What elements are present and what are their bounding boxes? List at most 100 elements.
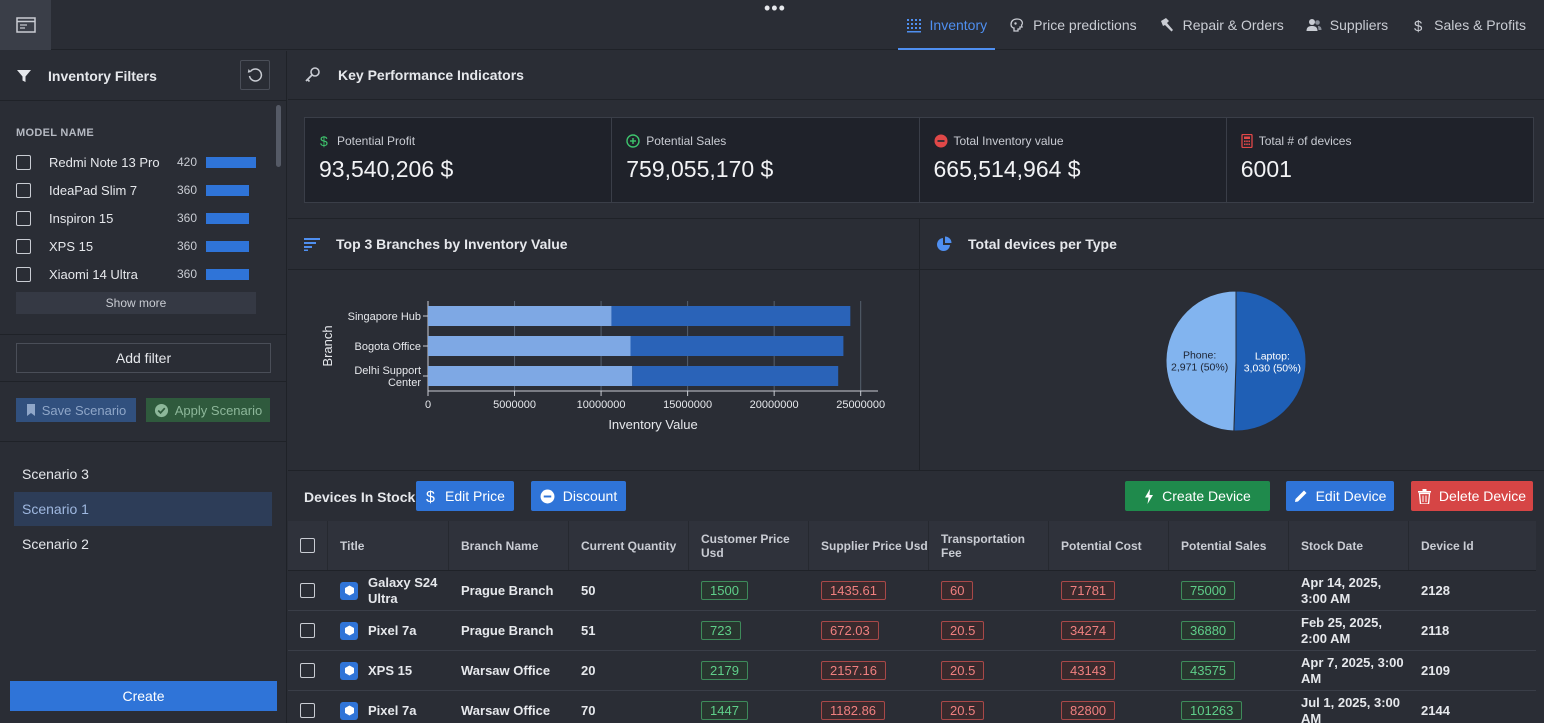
main-content: Key Performance Indicators $ Potential P… bbox=[288, 51, 1544, 723]
edit-price-button[interactable]: $ Edit Price bbox=[416, 481, 514, 511]
model-filter-row[interactable]: Inspiron 15 360 bbox=[16, 207, 266, 229]
svg-text:$: $ bbox=[320, 134, 328, 148]
tab-repair-orders[interactable]: Repair & Orders bbox=[1151, 0, 1292, 50]
svg-text:$: $ bbox=[1414, 18, 1423, 33]
tab-sales-profits-label: Sales & Profits bbox=[1434, 17, 1526, 33]
row-checkbox[interactable] bbox=[300, 663, 315, 678]
delete-device-button[interactable]: Delete Device bbox=[1411, 481, 1533, 511]
inventory-filters-sidebar: Inventory Filters MODEL NAME Redmi Note … bbox=[0, 51, 287, 723]
table-row[interactable]: XPS 15 Warsaw Office 20 2179 2157.16 20.… bbox=[288, 651, 1536, 691]
dollar-icon: $ bbox=[320, 134, 328, 148]
save-scenario-button[interactable]: Save Scenario bbox=[16, 398, 136, 422]
row-checkbox[interactable] bbox=[300, 703, 315, 718]
sales-cell: 75000 bbox=[1169, 571, 1289, 610]
checkbox[interactable] bbox=[16, 238, 31, 254]
model-count-bar bbox=[206, 184, 249, 196]
kpi-value: 6001 bbox=[1240, 156, 1292, 182]
reset-filters-button[interactable] bbox=[240, 60, 270, 90]
funnel-icon bbox=[17, 69, 31, 82]
customer-price-pill: 1447 bbox=[701, 701, 748, 720]
model-name: Xiaomi 14 Ultra bbox=[49, 266, 138, 282]
scenario-item-selected[interactable]: Scenario 1 bbox=[14, 492, 272, 526]
pencil-icon bbox=[1294, 490, 1307, 502]
title-cell: Pixel 7a bbox=[328, 691, 449, 723]
scenario-item[interactable]: Scenario 3 bbox=[14, 457, 272, 491]
device-title: XPS 15 bbox=[368, 663, 413, 678]
x-tick-label: 25000000 bbox=[836, 399, 885, 411]
table-row[interactable]: Pixel 7a Warsaw Office 70 1447 1182.86 2… bbox=[288, 691, 1536, 723]
row-checkbox[interactable] bbox=[300, 623, 315, 638]
model-name: XPS 15 bbox=[49, 238, 94, 254]
fee-pill: 20.5 bbox=[941, 661, 985, 680]
device-cube-icon bbox=[340, 701, 358, 720]
check-circle-icon bbox=[154, 403, 168, 417]
sort-lines-icon bbox=[304, 238, 320, 251]
sales-cell: 36880 bbox=[1169, 611, 1289, 650]
filters-scrollbar[interactable] bbox=[276, 105, 281, 167]
apply-scenario-button[interactable]: Apply Scenario bbox=[146, 398, 270, 422]
column-header[interactable]: Customer Price Usd bbox=[689, 521, 809, 570]
column-header[interactable]: Transportation Fee bbox=[929, 521, 1049, 570]
create-device-button[interactable]: Create Device bbox=[1125, 481, 1270, 511]
column-header[interactable]: Branch Name bbox=[449, 521, 569, 570]
discount-label: Discount bbox=[562, 488, 618, 504]
top-bar: ••• Inventory Price predictions Repair &… bbox=[0, 0, 1544, 50]
kpi-label: Total Inventory value bbox=[953, 134, 1064, 148]
table-row[interactable]: Pixel 7a Prague Branch 51 723 672.03 20.… bbox=[288, 611, 1536, 651]
column-header[interactable]: Potential Cost bbox=[1049, 521, 1169, 570]
model-filter-row[interactable]: Redmi Note 13 Pro 420 bbox=[16, 151, 266, 173]
show-more-button[interactable]: Show more bbox=[16, 292, 256, 314]
sales-pill: 101263 bbox=[1181, 701, 1243, 720]
branches-bar-chart: 0 5000000 10000000 15000000 20000000 25000000… bbox=[320, 301, 885, 432]
create-button[interactable]: Create bbox=[10, 681, 277, 711]
column-header[interactable]: Supplier Price Usd bbox=[809, 521, 929, 570]
row-checkbox[interactable] bbox=[300, 583, 315, 598]
cost-pill: 71781 bbox=[1061, 581, 1116, 600]
tab-inventory[interactable]: Inventory bbox=[897, 0, 996, 50]
x-tick-label: 15000000 bbox=[663, 399, 712, 411]
edit-device-button[interactable]: Edit Device bbox=[1286, 481, 1394, 511]
cost-cell: 71781 bbox=[1049, 571, 1169, 610]
divider bbox=[0, 381, 287, 382]
cost-pill: 82800 bbox=[1061, 701, 1116, 720]
kpi-card-total-inventory-value: Total Inventory value 665,514,964 $ bbox=[920, 118, 1227, 202]
row-select-cell bbox=[288, 571, 328, 610]
tab-sales-profits[interactable]: $ Sales & Profits bbox=[1402, 0, 1534, 50]
scenario-item[interactable]: Scenario 2 bbox=[14, 527, 272, 561]
tab-price-predictions[interactable]: Price predictions bbox=[1001, 0, 1145, 50]
column-header[interactable]: Stock Date bbox=[1289, 521, 1409, 570]
select-all-checkbox[interactable] bbox=[300, 538, 315, 553]
model-count: 420 bbox=[177, 155, 198, 169]
branches-chart-title: Top 3 Branches by Inventory Value bbox=[336, 236, 568, 252]
devices-chart-title: Total devices per Type bbox=[968, 236, 1117, 252]
app-menu-button[interactable] bbox=[0, 0, 51, 50]
model-filter-row[interactable]: XPS 15 360 bbox=[16, 235, 266, 257]
supplier-price-pill: 1435.61 bbox=[821, 581, 886, 600]
discount-button[interactable]: Discount bbox=[531, 481, 626, 511]
model-filter-row[interactable]: IdeaPad Slim 7 360 bbox=[16, 179, 266, 201]
add-filter-button[interactable]: Add filter bbox=[16, 343, 271, 373]
column-header[interactable]: Device Id bbox=[1409, 521, 1516, 570]
column-header[interactable]: Title bbox=[328, 521, 449, 570]
fee-cell: 20.5 bbox=[929, 651, 1049, 690]
main-nav: Inventory Price predictions Repair & Ord… bbox=[897, 0, 1534, 50]
edit-price-label: Edit Price bbox=[445, 488, 505, 504]
kpi-card-potential-sales: Potential Sales 759,055,170 $ bbox=[612, 118, 920, 202]
dollar-icon: $ bbox=[426, 489, 435, 504]
table-row[interactable]: Galaxy S24 Ultra Prague Branch 50 1500 1… bbox=[288, 571, 1536, 611]
model-filter-row[interactable]: Xiaomi 14 Ultra 360 bbox=[16, 263, 266, 285]
hammer-icon bbox=[1160, 18, 1173, 32]
checkbox[interactable] bbox=[16, 154, 31, 170]
tab-repair-orders-label: Repair & Orders bbox=[1182, 17, 1284, 33]
device-title: Pixel 7a bbox=[368, 703, 417, 718]
more-options-icon[interactable]: ••• bbox=[764, 0, 786, 19]
cost-cell: 82800 bbox=[1049, 691, 1169, 723]
model-count-bar bbox=[206, 212, 249, 224]
svg-text:$: $ bbox=[426, 489, 435, 504]
checkbox[interactable] bbox=[16, 266, 31, 282]
tab-suppliers[interactable]: Suppliers bbox=[1298, 0, 1396, 50]
column-header[interactable]: Potential Sales bbox=[1169, 521, 1289, 570]
checkbox[interactable] bbox=[16, 182, 31, 198]
column-header[interactable]: Current Quantity bbox=[569, 521, 689, 570]
checkbox[interactable] bbox=[16, 210, 31, 226]
